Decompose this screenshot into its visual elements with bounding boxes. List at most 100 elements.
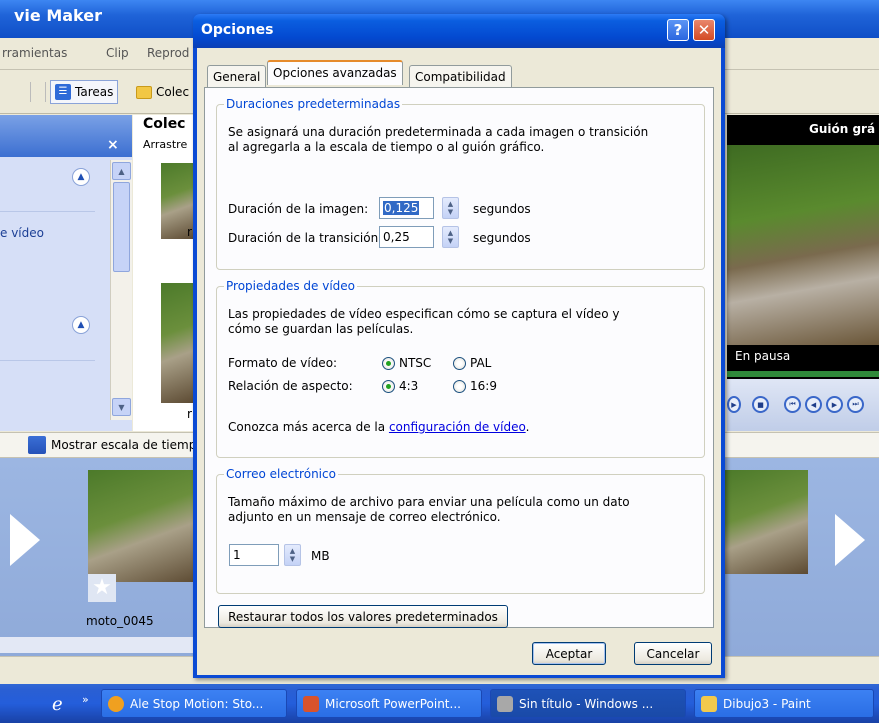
divider bbox=[0, 360, 95, 361]
tasks-icon: ☰ bbox=[55, 84, 71, 100]
preview-screen bbox=[727, 145, 879, 345]
transition-duration-value: 0,25 bbox=[383, 230, 410, 244]
taskbar-label: Sin título - Windows ... bbox=[519, 696, 654, 711]
ok-button[interactable]: Aceptar bbox=[532, 642, 606, 665]
player-controls: ▶ ■ ⏮ ◀ ▶ ⏭ bbox=[727, 379, 879, 431]
collection-pane: Colec Arrastre r r bbox=[133, 115, 195, 431]
movie-maker-icon bbox=[497, 695, 513, 712]
email-size-spinner[interactable]: ▲ ▼ bbox=[284, 544, 301, 566]
forward-icon[interactable]: ▶ bbox=[826, 396, 843, 413]
email-group: Correo electrónico Tamaño máximo de arch… bbox=[216, 467, 705, 594]
storyboard-arrow-icon bbox=[835, 514, 865, 566]
restore-defaults-button[interactable]: Restaurar todos los valores predetermina… bbox=[218, 605, 508, 628]
next-icon[interactable]: ⏭ bbox=[847, 396, 864, 413]
menu-tools[interactable]: rramientas bbox=[2, 46, 67, 60]
taskbar-button-movie-maker[interactable]: Sin título - Windows ... bbox=[490, 689, 686, 718]
spin-down-icon[interactable]: ▼ bbox=[448, 237, 453, 245]
collection-hint: Arrastre bbox=[143, 138, 188, 151]
radio-pal[interactable] bbox=[453, 357, 466, 370]
toolbar-separator bbox=[45, 82, 46, 102]
tab-advanced-options[interactable]: Opciones avanzadas bbox=[267, 60, 403, 85]
previous-icon[interactable]: ⏮ bbox=[784, 396, 801, 413]
chevron-up-icon[interactable]: ▲ bbox=[72, 168, 90, 186]
spin-up-icon[interactable]: ▲ bbox=[448, 229, 453, 237]
video-settings-link[interactable]: configuración de vídeo bbox=[389, 420, 526, 434]
transition-duration-spinner[interactable]: ▲ ▼ bbox=[442, 226, 459, 248]
folder-icon bbox=[136, 85, 152, 99]
tasks-label: Tareas bbox=[75, 85, 114, 99]
radio-ntsc-label[interactable]: NTSC bbox=[399, 356, 431, 371]
seek-bar[interactable] bbox=[727, 371, 879, 377]
storyboard-clip-thumbnail[interactable] bbox=[88, 470, 198, 582]
radio-aspect-16-9[interactable] bbox=[453, 380, 466, 393]
internet-explorer-icon[interactable]: ℯ bbox=[52, 694, 63, 715]
paint-icon bbox=[701, 695, 717, 712]
app-title: vie Maker bbox=[14, 6, 103, 25]
show-timeline-label: Mostrar escala de tiemp bbox=[51, 438, 197, 452]
stop-icon[interactable]: ■ bbox=[752, 396, 769, 413]
image-duration-unit: segundos bbox=[473, 202, 531, 216]
options-dialog: Opciones ? ✕ General Opciones avanzadas … bbox=[193, 14, 725, 678]
collections-button[interactable]: Colec bbox=[135, 80, 190, 104]
dialog-title: Opciones bbox=[201, 22, 274, 38]
spin-down-icon[interactable]: ▼ bbox=[290, 555, 295, 563]
video-description-line2: cómo se guardan las películas. bbox=[228, 322, 414, 336]
durations-description-line2: al agregarla a la escala de tiempo o al … bbox=[228, 140, 545, 154]
storyboard-arrow-icon bbox=[10, 514, 40, 566]
image-duration-label: Duración de la imagen: bbox=[228, 202, 369, 216]
scroll-thumb[interactable] bbox=[113, 182, 130, 272]
video-properties-legend: Propiedades de vídeo bbox=[224, 279, 357, 293]
task-pane-link[interactable]: e vídeo bbox=[0, 226, 44, 241]
storyboard-clip-name: moto_0045 bbox=[86, 614, 154, 628]
close-button[interactable]: ✕ bbox=[693, 19, 715, 41]
help-button[interactable]: ? bbox=[667, 19, 689, 41]
storyboard-scrollbar[interactable] bbox=[0, 637, 200, 653]
spin-down-icon[interactable]: ▼ bbox=[448, 208, 453, 216]
image-duration-input[interactable]: 0,125 bbox=[379, 197, 434, 219]
durations-legend: Duraciones predeterminadas bbox=[224, 97, 403, 111]
task-pane-close-icon[interactable]: × bbox=[107, 137, 119, 153]
show-timeline-button[interactable]: Mostrar escala de tiemp bbox=[28, 436, 196, 454]
radio-pal-label[interactable]: PAL bbox=[470, 356, 491, 371]
tab-panel: Duraciones predeterminadas Se asignará u… bbox=[204, 87, 714, 628]
taskbar-button-powerpoint[interactable]: Microsoft PowerPoint... bbox=[296, 689, 482, 718]
storyboard-clip-thumbnail[interactable] bbox=[724, 470, 808, 574]
radio-aspect-16-9-label[interactable]: 16:9 bbox=[470, 379, 497, 394]
radio-ntsc[interactable] bbox=[382, 357, 395, 370]
dialog-titlebar[interactable]: Opciones ? ✕ bbox=[193, 14, 725, 48]
chevron-up-icon[interactable]: ▲ bbox=[72, 316, 90, 334]
menu-clip[interactable]: Clip bbox=[106, 46, 129, 60]
powerpoint-icon bbox=[303, 695, 319, 712]
video-properties-group: Propiedades de vídeo Las propiedades de … bbox=[216, 279, 705, 458]
transition-duration-input[interactable]: 0,25 bbox=[379, 226, 434, 248]
transition-duration-unit: segundos bbox=[473, 231, 531, 245]
taskbar-button-stop-motion[interactable]: Ale Stop Motion: Sto... bbox=[101, 689, 287, 718]
play-icon[interactable]: ▶ bbox=[727, 396, 741, 413]
taskbar-button-paint[interactable]: Dibujo3 - Paint bbox=[694, 689, 874, 718]
radio-aspect-4-3[interactable] bbox=[382, 380, 395, 393]
clip-label: r bbox=[187, 407, 192, 421]
spin-up-icon[interactable]: ▲ bbox=[290, 547, 295, 555]
rewind-icon[interactable]: ◀ bbox=[805, 396, 822, 413]
radio-aspect-4-3-label[interactable]: 4:3 bbox=[399, 379, 418, 394]
clip-label: r bbox=[187, 225, 192, 239]
video-settings-help-prefix: Conozca más acerca de la bbox=[228, 420, 389, 434]
cancel-button[interactable]: Cancelar bbox=[634, 642, 712, 665]
tab-compatibility[interactable]: Compatibilidad bbox=[409, 65, 512, 87]
dialog-body: General Opciones avanzadas Compatibilida… bbox=[197, 48, 721, 675]
star-icon: ★ bbox=[88, 574, 116, 602]
task-pane-scrollbar[interactable]: ▲ ▼ bbox=[110, 160, 132, 420]
email-size-input[interactable]: 1 bbox=[229, 544, 279, 566]
video-description-line1: Las propiedades de vídeo especifican cóm… bbox=[228, 307, 620, 321]
spin-up-icon[interactable]: ▲ bbox=[448, 200, 453, 208]
image-duration-spinner[interactable]: ▲ ▼ bbox=[442, 197, 459, 219]
clip-thumbnail[interactable] bbox=[161, 283, 195, 403]
scroll-down-icon[interactable]: ▼ bbox=[112, 398, 131, 416]
menu-play[interactable]: Reprod bbox=[147, 46, 189, 60]
tasks-button[interactable]: ☰ Tareas bbox=[50, 80, 119, 104]
task-pane-header: × bbox=[0, 115, 132, 157]
tab-general[interactable]: General bbox=[207, 65, 267, 87]
scroll-up-icon[interactable]: ▲ bbox=[112, 162, 131, 180]
taskbar-label: Microsoft PowerPoint... bbox=[325, 696, 461, 711]
quick-launch-chevron-icon[interactable]: » bbox=[82, 693, 89, 706]
